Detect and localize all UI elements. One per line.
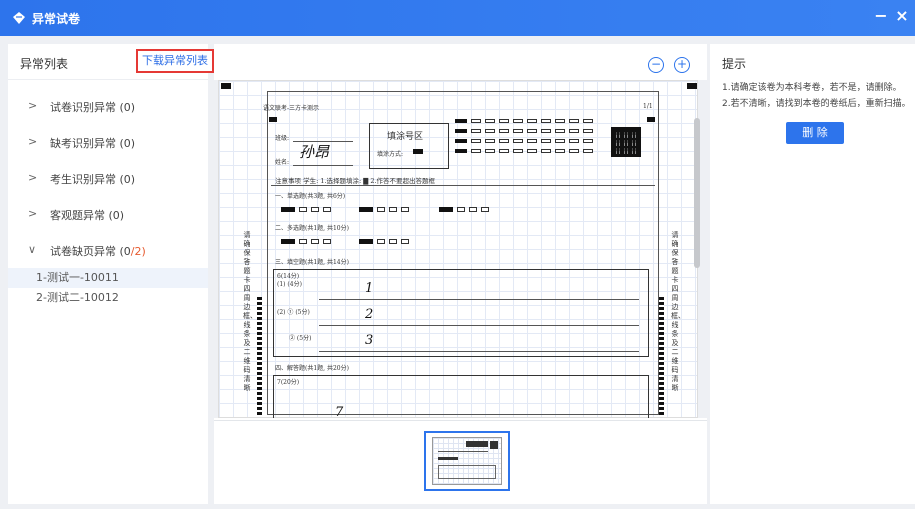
close-button[interactable]: × <box>893 6 911 25</box>
sheet-thumbnail[interactable] <box>424 431 510 491</box>
category-count: (0) <box>119 101 136 114</box>
category-count: (0) <box>119 173 136 186</box>
exception-list-header: 异常列表 下载异常列表 <box>8 44 214 80</box>
category-label: 考生识别异常 <box>50 173 116 186</box>
category-objective-exception[interactable]: > 客观题异常 (0) <box>8 196 208 232</box>
question-7: 7(20分) <box>277 379 300 386</box>
exception-list-panel: 异常列表 下载异常列表 > 试卷识别异常 (0) > 缺考识别异常 (0) > … <box>8 44 214 504</box>
question-6-part-2: (2) ① (5分) <box>277 309 310 316</box>
chevron-right-icon: > <box>28 171 38 184</box>
question-6-part-1: (1) (4分) <box>277 281 302 288</box>
window-title: 异常试卷 <box>32 12 81 26</box>
category-label: 客观题异常 <box>50 209 105 222</box>
list-item-exam-2[interactable]: 2-测试二-10012 <box>8 288 208 308</box>
chevron-down-icon: ∨ <box>28 243 37 256</box>
side-notice-right: 请确保答题卡四周边框、线条及二维码清晰 <box>671 231 685 392</box>
chevron-right-icon: > <box>28 207 38 220</box>
category-recognition-exception[interactable]: > 试卷识别异常 (0) <box>8 88 208 124</box>
category-missing-page-exception[interactable]: ∨ 试卷缺页异常 (0/2) <box>8 232 208 268</box>
category-count: (0) <box>108 209 125 222</box>
category-student-exception[interactable]: > 考生识别异常 (0) <box>8 160 208 196</box>
hint-line-1: 1.请确定该卷为本科考卷，若不是，请删除。 <box>722 83 902 93</box>
category-count: (0 <box>119 245 131 258</box>
category-count: (0) <box>119 137 136 150</box>
fill-area-label: 填涂号区 <box>387 132 424 142</box>
hint-line-2: 2.若不清晰，请找到本卷的卷纸后，重新扫描。 <box>722 99 911 109</box>
category-label: 试卷识别异常 <box>50 101 116 114</box>
window-titlebar: 异常试卷 − × <box>0 0 915 36</box>
category-label: 缺考识别异常 <box>50 137 116 150</box>
sheet-header: 语文联考-三方卡测示 <box>263 105 320 112</box>
section-fill-blank: 三、填空题(共1题, 共14分) <box>275 259 349 266</box>
handwritten-answer-7: 7 <box>335 405 344 418</box>
download-exception-list-button[interactable]: 下载异常列表 <box>136 49 214 73</box>
delete-button[interactable]: 删 除 <box>786 122 844 144</box>
handwritten-answer-2: 2 <box>365 307 374 322</box>
fill-method-label: 填涂方式: <box>377 151 404 158</box>
chevron-right-icon: > <box>28 135 38 148</box>
minimize-button[interactable]: − <box>872 6 890 25</box>
question-6-part-3: ② (5分) <box>289 335 312 342</box>
hint-title: 提示 <box>722 57 747 71</box>
qr-code <box>611 127 641 157</box>
section-essay: 四、解答题(共1题, 共20分) <box>275 365 349 372</box>
sheet-page-number: 1/1 <box>643 103 653 110</box>
section-single-choice: 一、单选题(共3题, 共6分) <box>275 193 346 200</box>
thumbnail-strip <box>214 420 707 504</box>
viewer-scrollbar[interactable] <box>694 118 700 268</box>
list-item-exam-1[interactable]: 1-测试一-10011 <box>8 268 208 288</box>
handwritten-answer-3: 3 <box>365 333 374 348</box>
diamond-logo-icon <box>13 12 25 24</box>
zoom-out-icon[interactable]: − <box>648 57 664 73</box>
answer-sheet-viewer[interactable]: 语文联考-三方卡测示 1/1 班级: 姓名: 孙昂 填涂号区 填涂方式: 注意事… <box>214 80 707 418</box>
category-label: 试卷缺页异常 <box>50 245 116 258</box>
class-label: 班级: <box>275 135 290 142</box>
zoom-in-icon[interactable]: + <box>674 57 690 73</box>
exception-list-title: 异常列表 <box>20 57 69 71</box>
section-multi-choice: 二、多选题(共1题, 共10分) <box>275 225 349 232</box>
name-label: 姓名: <box>275 159 290 166</box>
answer-sheet-image: 语文联考-三方卡测示 1/1 班级: 姓名: 孙昂 填涂号区 填涂方式: 注意事… <box>218 80 698 418</box>
category-count-total: /2) <box>130 245 146 258</box>
handwritten-name: 孙昂 <box>299 143 330 161</box>
notice-text: 注意事项 学生: 1.选择题填涂: ▇ 2.作答不要超出答题框 <box>275 177 436 185</box>
sheet-viewer-panel: − + 语文联考-三方卡测示 1/1 班级: 姓名: 孙昂 填涂号区 填涂方式: <box>214 44 707 504</box>
side-notice-left: 请确保答题卡四周边框、线条及二维码清晰 <box>243 231 257 392</box>
hint-panel: 提示 1.请确定该卷为本科考卷，若不是，请删除。 2.若不清晰，请找到本卷的卷纸… <box>710 44 915 504</box>
chevron-right-icon: > <box>28 99 38 112</box>
handwritten-answer-1: 1 <box>365 281 374 296</box>
category-absence-exception[interactable]: > 缺考识别异常 (0) <box>8 124 208 160</box>
